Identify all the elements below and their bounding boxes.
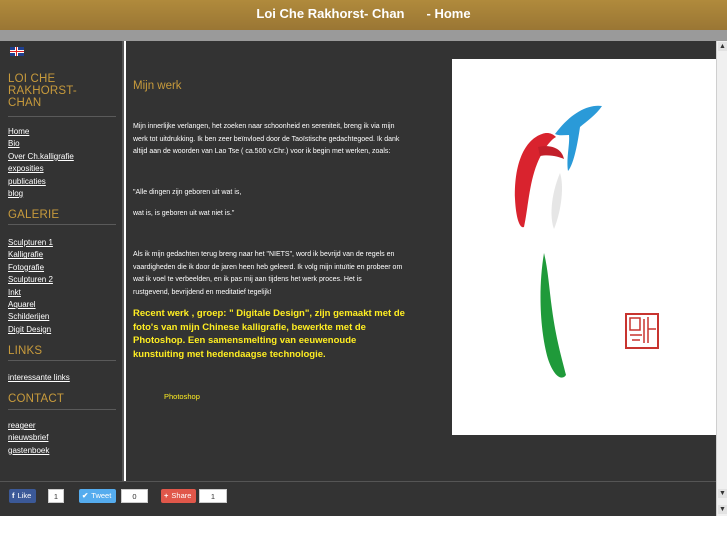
photoshop-link[interactable]: Photoshop <box>164 392 200 401</box>
sidebar-divider <box>8 224 116 225</box>
share-count: 1 <box>199 489 227 503</box>
calligraphy-artwork-image <box>452 59 716 435</box>
site-header: Loi Che Rakhorst- Chan - Home <box>0 0 727 30</box>
main-content: Mijn werk Mijn innerlijke verlangen, het… <box>126 41 716 481</box>
social-bar: f Like 1 ✔ Tweet 0 + Share 1 <box>0 481 716 516</box>
sidebar-divider <box>8 116 116 117</box>
links-heading: LINKS <box>8 345 43 357</box>
menu-item-gastenboek[interactable]: gastenboek <box>8 446 49 455</box>
body-paragraph: Als ik mijn gedachten terug breng naar h… <box>133 251 403 296</box>
intro-paragraph: Mijn innerlijke verlangen, het zoeken na… <box>133 123 400 155</box>
like-count: 1 <box>48 489 64 503</box>
menu-item-digit-design[interactable]: Digit Design <box>8 325 51 334</box>
twitter-icon: ✔ <box>82 491 89 500</box>
facebook-like-button[interactable]: f Like <box>9 489 37 503</box>
page-title: Mijn werk <box>133 80 182 92</box>
tweet-count: 0 <box>121 489 148 503</box>
scroll-down-icon[interactable]: ▼ <box>718 505 727 514</box>
site-name: Loi Che Rakhorst- Chan <box>256 6 405 21</box>
sidebar-title: LOI CHE RAKHORST- CHAN <box>8 73 77 109</box>
galerie-menu: Sculpturen 1 Kalligrafie Fotografie Scul… <box>8 232 53 334</box>
contact-menu: reageer nieuwsbrief gastenboek <box>8 415 49 455</box>
sidebar-divider <box>8 360 116 361</box>
menu-item-blog[interactable]: blog <box>8 189 23 198</box>
recent-work-text: Recent werk , groep: " Digitale Design",… <box>133 308 405 360</box>
scroll-up-icon[interactable]: ▲ <box>718 42 727 51</box>
calligraphy-artwork-graphic <box>514 105 659 378</box>
galerie-heading: GALERIE <box>8 209 60 221</box>
share-icon: + <box>164 491 169 500</box>
scroll-down-icon[interactable]: ▼ <box>718 489 727 498</box>
menu-item-interessante-links[interactable]: interessante links <box>8 373 70 382</box>
share-button[interactable]: + Share <box>161 489 197 503</box>
page-name: - Home <box>426 6 471 21</box>
links-menu: interessante links <box>8 367 70 382</box>
contact-heading: CONTACT <box>8 393 65 405</box>
header-band <box>0 30 727 41</box>
sidebar: LOI CHE RAKHORST- CHAN Home Bio Over Ch.… <box>0 41 124 481</box>
main-menu: Home Bio Over Ch.kalligrafie exposities … <box>8 121 74 198</box>
uk-flag-icon[interactable] <box>10 47 24 56</box>
tweet-button[interactable]: ✔ Tweet <box>79 489 117 503</box>
quote-line-1: "Alle dingen zijn geboren uit wat is, <box>133 189 242 196</box>
sidebar-divider <box>8 409 116 410</box>
facebook-icon: f <box>12 491 15 500</box>
vertical-scrollbar[interactable]: ▲ ▼ ▼ <box>716 41 727 516</box>
quote-line-2: wat is, is geboren uit wat niet is." <box>133 210 235 217</box>
